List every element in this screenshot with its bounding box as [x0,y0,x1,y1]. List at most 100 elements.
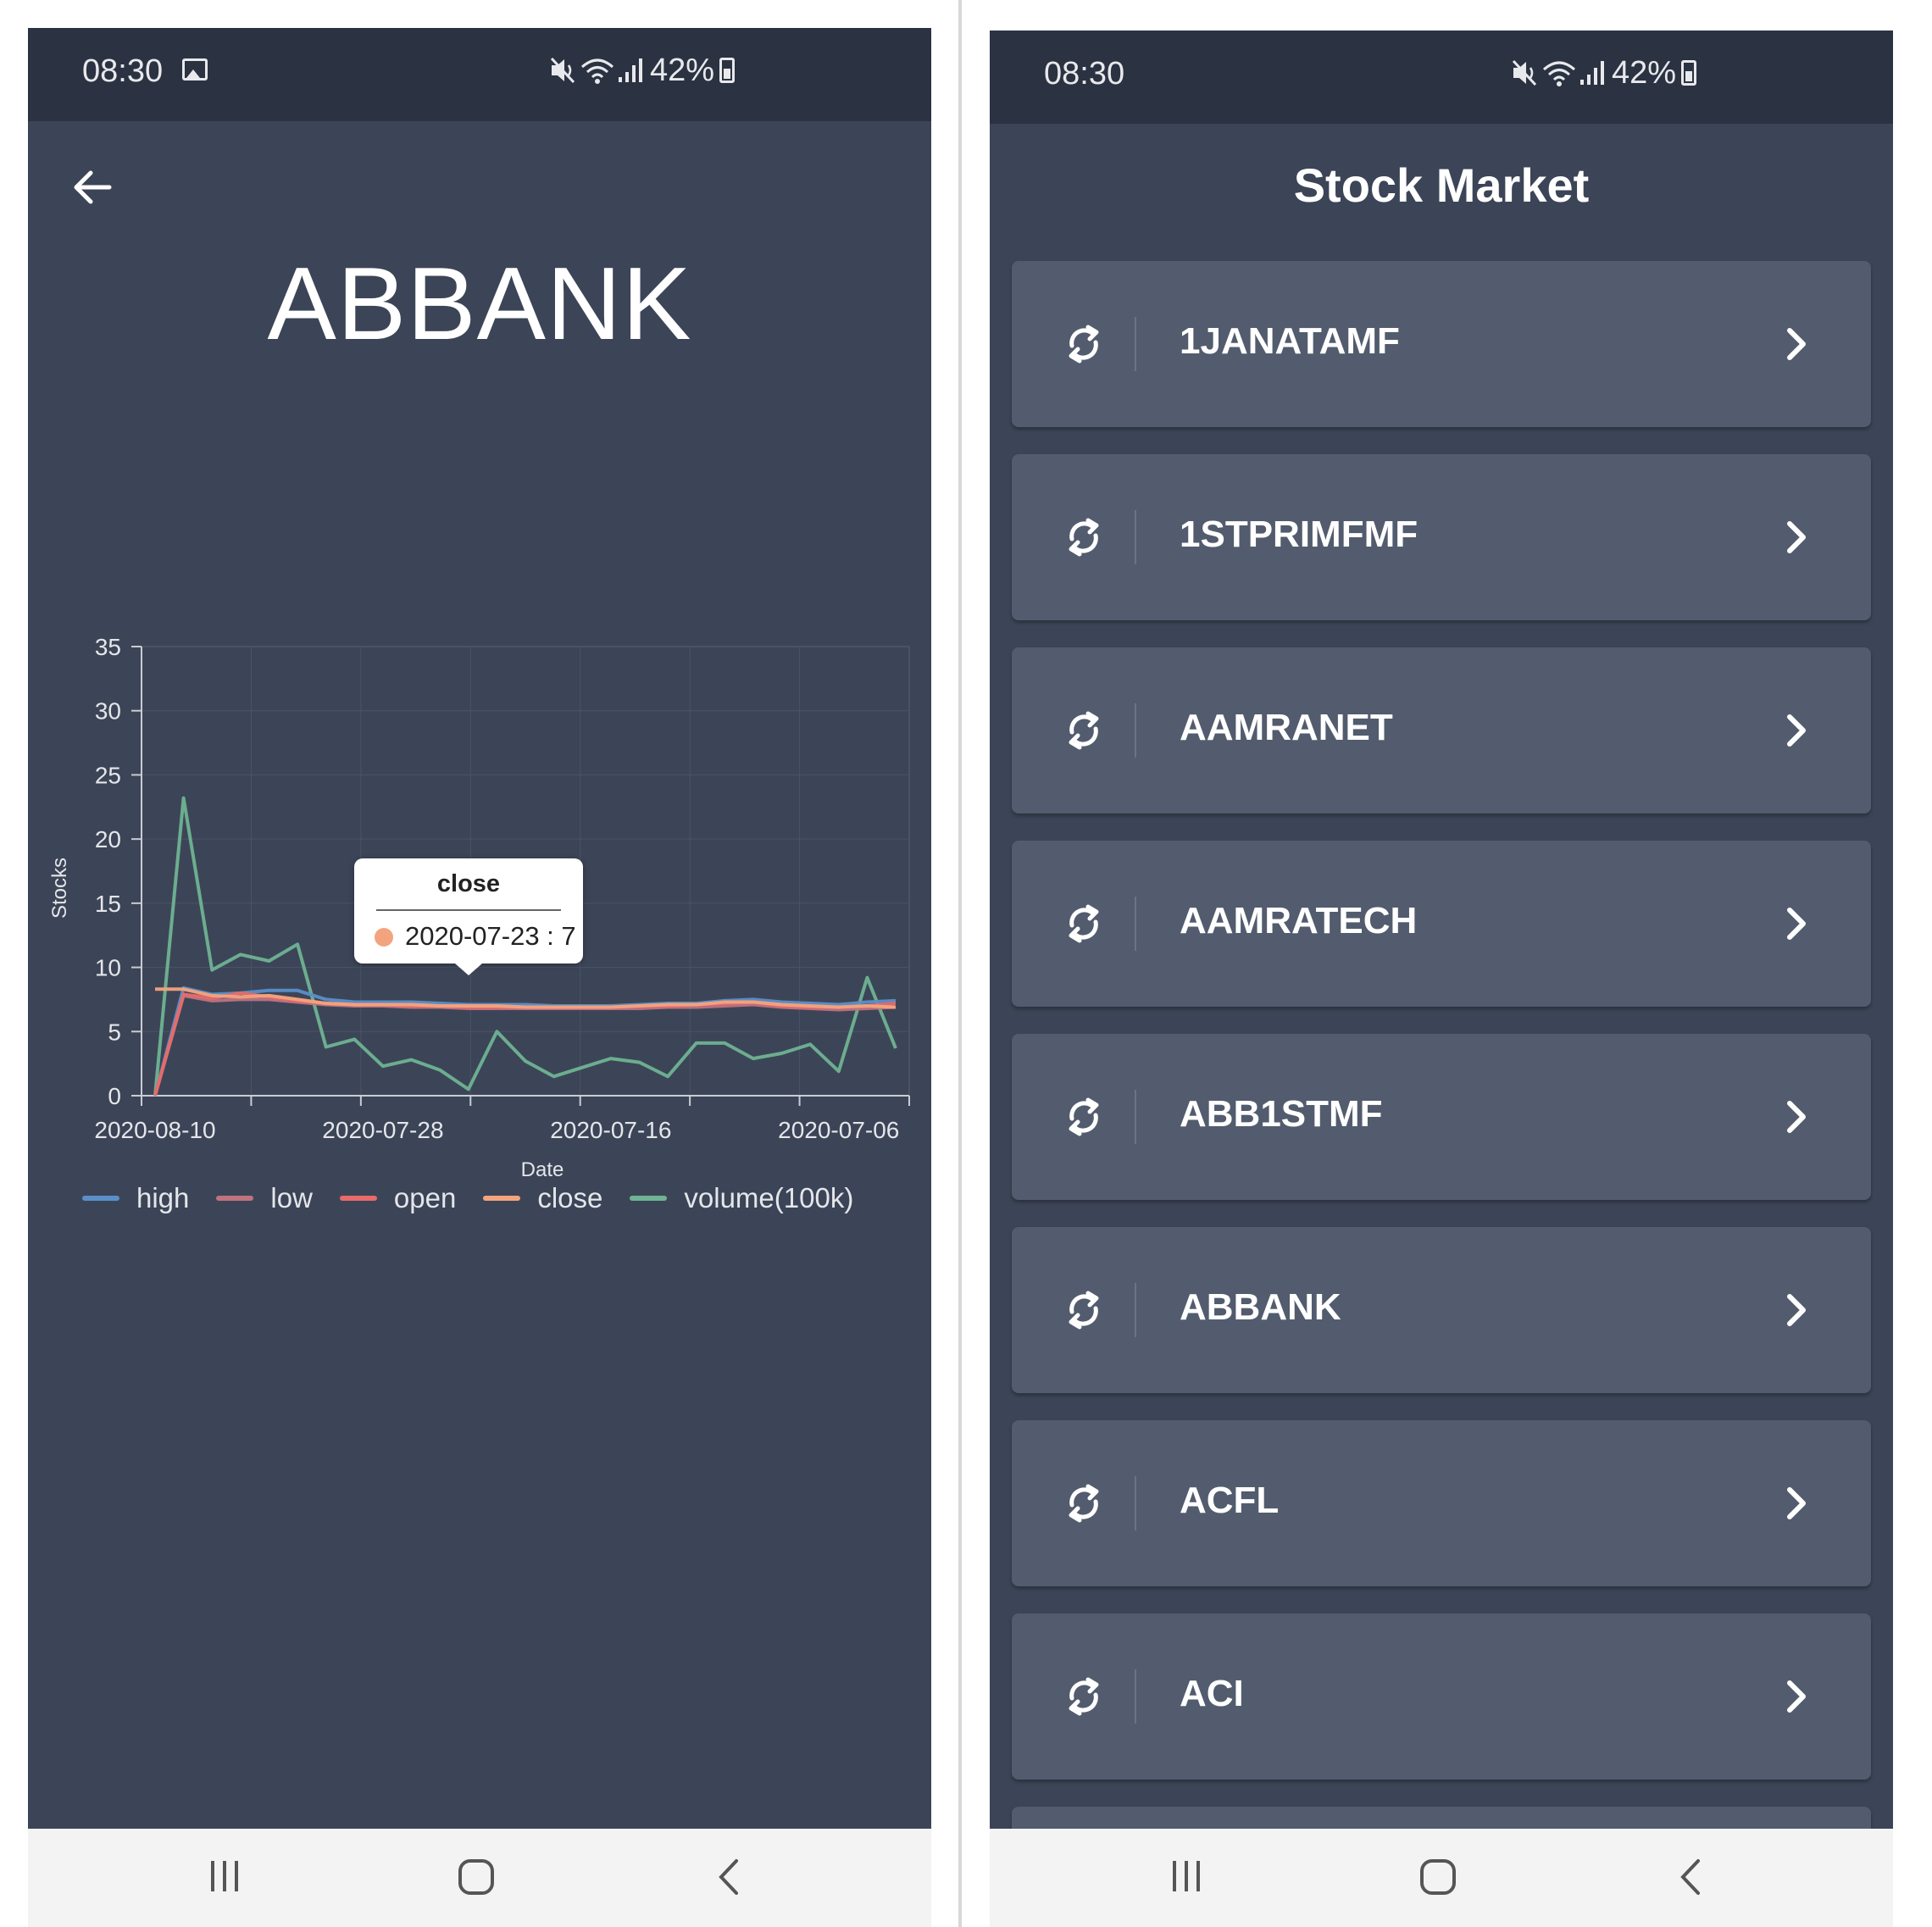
legend-item[interactable]: low [216,1182,313,1214]
stock-title: ABBANK [267,246,692,361]
battery-percent: 42% [650,52,715,88]
signal-icon [1580,61,1604,85]
x-tick-label: 2020-08-10 [94,1117,215,1143]
chevron-right-icon[interactable] [1779,517,1813,558]
tooltip-value: 2020-07-23 : 7 [405,921,576,951]
chevron-right-icon[interactable] [1779,1676,1813,1717]
item-divider [1135,1283,1136,1337]
chevron-right-icon[interactable] [1779,903,1813,944]
refresh-icon[interactable] [1061,1286,1107,1334]
item-divider [1135,897,1136,951]
y-tick-label: 10 [95,955,121,981]
battery-icon [719,58,736,83]
tooltip-series-dot [375,928,393,947]
legend-item[interactable]: close [483,1182,602,1214]
item-divider [1135,317,1136,371]
y-tick-label: 20 [95,826,121,852]
refresh-icon[interactable] [1061,1093,1107,1141]
legend-label: high [136,1182,190,1213]
stock-list-item[interactable]: 1STPRIMFMF [1012,454,1871,620]
screenshot-divider [958,0,962,1927]
y-tick-label: 15 [95,891,121,917]
y-axis-label: Stocks [48,858,71,919]
nav-back-icon[interactable] [1678,1858,1703,1896]
stock-list-item[interactable]: 1JANATAMF [1012,261,1871,427]
legend-label: low [270,1182,313,1213]
home-icon[interactable] [457,1858,496,1896]
legend-swatch [216,1196,254,1201]
legend-item[interactable]: open [339,1182,457,1214]
wifi-icon [1543,61,1575,86]
legend-swatch [630,1196,668,1201]
tooltip-title: close [436,870,501,897]
stock-list-item[interactable]: ACI [1012,1613,1871,1780]
arrow-left-icon[interactable] [69,164,116,211]
stock-symbol: AAMRANET [1180,707,1393,748]
nav-back-icon[interactable] [716,1858,741,1896]
stock-symbol: ABBANK [1180,1286,1341,1328]
refresh-icon[interactable] [1061,320,1107,368]
recents-icon[interactable] [1168,1858,1205,1895]
chevron-right-icon[interactable] [1779,1097,1813,1137]
gallery-notification-icon [182,58,208,81]
chevron-right-icon[interactable] [1779,710,1813,751]
recents-icon[interactable] [206,1858,243,1895]
stock-symbol: AAMRATECH [1180,900,1418,941]
refresh-icon[interactable] [1061,1673,1107,1720]
stock-list-item[interactable]: ACFL [1012,1420,1871,1586]
signal-icon [619,58,642,82]
stock-list-item[interactable]: ABB1STMF [1012,1034,1871,1200]
legend-swatch [339,1196,377,1201]
item-divider [1135,1090,1136,1144]
android-nav-bar [990,1829,1893,1927]
home-icon[interactable] [1418,1858,1457,1896]
legend-item[interactable]: volume(100k) [630,1182,853,1214]
status-icons: 42% [1510,54,1697,92]
legend-swatch [82,1196,119,1201]
y-tick-label: 5 [108,1019,121,1045]
stock-list-item[interactable]: AAMRANET [1012,647,1871,814]
stock-symbol: ACFL [1180,1480,1280,1521]
series-line-low [153,993,897,1097]
y-tick-label: 35 [95,634,121,660]
item-divider [1135,1476,1136,1530]
stock-symbol: ABB1STMF [1180,1093,1383,1135]
chevron-right-icon[interactable] [1779,324,1813,364]
refresh-icon[interactable] [1061,707,1107,754]
page-title: Stock Market [1293,158,1590,212]
status-icons: 42% [548,52,736,89]
stock-symbol: 1STPRIMFMF [1180,514,1418,555]
legend-label: volume(100k) [684,1182,854,1213]
chevron-right-icon[interactable] [1779,1483,1813,1524]
stock-list-item[interactable]: ABBANK [1012,1227,1871,1393]
battery-icon [1681,60,1697,86]
status-time: 08:30 [1044,56,1125,92]
mute-icon [550,57,575,84]
x-tick-label: 2020-07-06 [778,1117,899,1143]
refresh-icon[interactable] [1061,900,1107,947]
x-axis-label: Date [521,1158,564,1181]
stock-symbol: 1JANATAMF [1180,320,1400,362]
item-divider [1135,703,1136,758]
legend-label: open [393,1182,457,1213]
legend-label: close [537,1182,603,1213]
x-tick-label: 2020-07-16 [550,1117,671,1143]
mute-icon [1512,59,1537,86]
refresh-icon[interactable] [1061,514,1107,561]
item-divider [1135,1669,1136,1724]
wifi-icon [581,58,613,84]
stock-list-item[interactable]: AAMRATECH [1012,841,1871,1007]
legend-item[interactable]: high [82,1182,189,1214]
status-bar: 08:30 42% [28,28,931,121]
y-tick-label: 30 [95,698,121,725]
status-time: 08:30 [82,53,164,89]
chart-tooltip: close 2020-07-23 : 7 [354,858,583,975]
chevron-right-icon[interactable] [1779,1290,1813,1330]
status-bar: 08:30 42% [990,31,1893,124]
stock-symbol: ACI [1180,1673,1244,1714]
refresh-icon[interactable] [1061,1480,1107,1527]
item-divider [1135,510,1136,564]
y-tick-label: 25 [95,762,121,788]
chart-legend: high low open close volume(100k) [82,1182,880,1214]
battery-percent: 42% [1612,54,1677,91]
